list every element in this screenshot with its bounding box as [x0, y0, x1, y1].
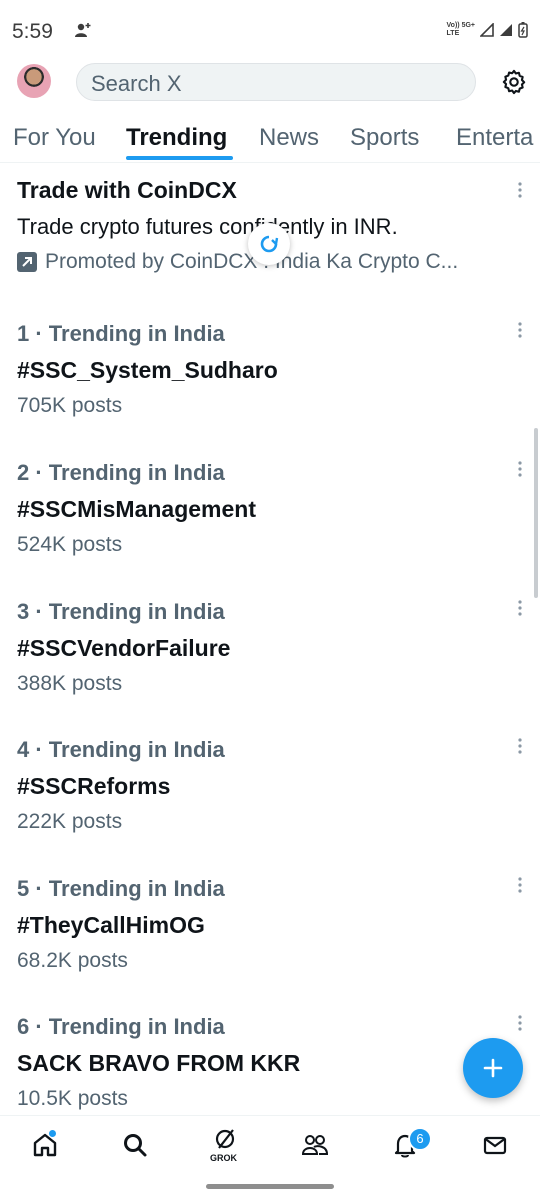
- trend-item-4[interactable]: 4 · Trending in India #SSCReforms 222K p…: [17, 737, 517, 834]
- trend-count: 705K posts: [17, 394, 123, 417]
- trend-count: 222K posts: [17, 810, 123, 833]
- tab-news[interactable]: News: [259, 124, 319, 152]
- tab-trending[interactable]: Trending: [126, 124, 227, 152]
- status-time: 5:59: [12, 20, 53, 43]
- tab-active-indicator: [126, 156, 233, 160]
- explore-tabs: For You Trending News Sports Enterta: [0, 116, 540, 163]
- promo-title: Trade with CoinDCX: [17, 177, 237, 203]
- trend-meta: 4 · Trending in India: [17, 737, 225, 762]
- trend-meta: 2 · Trending in India: [17, 460, 225, 485]
- more-options-icon[interactable]: [516, 876, 524, 894]
- status-bar: 5:59 Vo)) 5G+ LTE: [0, 0, 540, 62]
- trend-name: #SSC_System_Sudharo: [17, 357, 278, 383]
- tab-for-you[interactable]: For You: [13, 124, 96, 152]
- scrollbar[interactable]: [534, 428, 538, 598]
- search-input[interactable]: Search X: [76, 63, 476, 101]
- status-icons: Vo)) 5G+ LTE: [447, 22, 528, 38]
- grok-icon[interactable]: [211, 1126, 241, 1156]
- search-icon[interactable]: [120, 1130, 150, 1160]
- gear-icon[interactable]: [500, 68, 528, 96]
- notifications-badge: 6: [408, 1127, 432, 1151]
- person-add-icon: [75, 23, 91, 37]
- home-unread-dot: [49, 1130, 56, 1137]
- plus-icon: [483, 1058, 503, 1078]
- battery-icon: [518, 22, 528, 38]
- promoted-icon: [17, 252, 37, 272]
- more-options-icon[interactable]: [516, 460, 524, 478]
- trend-name: #SSCReforms: [17, 773, 171, 799]
- compose-button[interactable]: [463, 1038, 523, 1098]
- tab-entertainment[interactable]: Enterta: [456, 124, 533, 152]
- trend-count: 10.5K posts: [17, 1087, 128, 1110]
- more-options-icon[interactable]: [516, 599, 524, 617]
- more-options-icon[interactable]: [516, 1014, 524, 1032]
- signal-icon-2: [500, 24, 512, 36]
- trend-name: #SSCMisManagement: [17, 496, 257, 522]
- trend-meta: 6 · Trending in India: [17, 1014, 225, 1039]
- bottom-navigation: GROK 6: [0, 1115, 540, 1174]
- network-label-top: Vo)) 5G+: [446, 22, 475, 29]
- trend-name: #TheyCallHimOG: [17, 912, 205, 938]
- refresh-spinner: [248, 223, 290, 265]
- trend-item-3[interactable]: 3 · Trending in India #SSCVendorFailure …: [17, 599, 517, 696]
- trend-meta: 1 · Trending in India: [17, 321, 225, 346]
- trend-item-5[interactable]: 5 · Trending in India #TheyCallHimOG 68.…: [17, 876, 517, 973]
- signal-icon: [480, 23, 494, 37]
- more-options-icon[interactable]: [516, 181, 524, 199]
- trending-feed[interactable]: Trade with CoinDCX Trade crypto futures …: [0, 163, 540, 1115]
- trend-meta: 3 · Trending in India: [17, 599, 225, 624]
- network-label-bottom: LTE: [446, 30, 460, 37]
- trend-name: SACK BRAVO FROM KKR: [17, 1050, 301, 1076]
- top-header: Search X: [0, 62, 540, 104]
- trend-count: 68.2K posts: [17, 949, 128, 972]
- trend-count: 524K posts: [17, 533, 123, 556]
- avatar[interactable]: [17, 64, 51, 98]
- more-options-icon[interactable]: [516, 321, 524, 339]
- messages-icon[interactable]: [480, 1130, 510, 1160]
- trend-meta: 5 · Trending in India: [17, 876, 225, 901]
- more-options-icon[interactable]: [516, 737, 524, 755]
- grok-label: GROK: [210, 1153, 237, 1163]
- trend-name: #SSCVendorFailure: [17, 635, 231, 661]
- communities-icon[interactable]: [300, 1130, 330, 1160]
- trend-count: 388K posts: [17, 672, 123, 695]
- gesture-bar: [206, 1184, 334, 1189]
- trend-item-1[interactable]: 1 · Trending in India #SSC_System_Sudhar…: [17, 321, 517, 418]
- tab-sports[interactable]: Sports: [350, 124, 419, 152]
- trend-item-2[interactable]: 2 · Trending in India #SSCMisManagement …: [17, 460, 517, 557]
- trend-item-6[interactable]: 6 · Trending in India SACK BRAVO FROM KK…: [17, 1014, 517, 1111]
- search-placeholder: Search X: [91, 71, 182, 96]
